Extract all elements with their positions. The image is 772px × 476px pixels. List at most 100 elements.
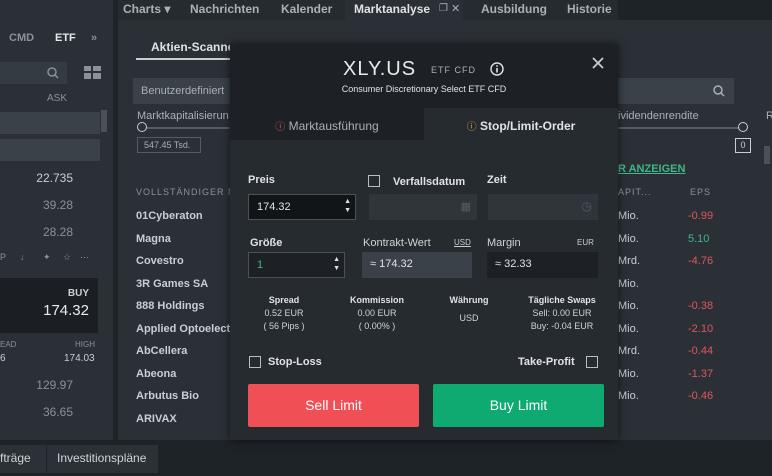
company-name[interactable]: 3R Games SA	[136, 278, 208, 290]
alert-icon: ⓘ	[275, 122, 286, 133]
ask-price: 28.28	[42, 225, 73, 239]
tab-market-execution[interactable]: ⓘ Marktausführung	[230, 108, 424, 140]
tab-investitionsplaene[interactable]: Investitionspläne	[47, 445, 158, 473]
grid-view-icon[interactable]	[84, 66, 101, 79]
price-stepper[interactable]: ▲ ▼	[344, 197, 351, 215]
tab-market-execution-label: Marktausführung	[288, 119, 379, 133]
tab-nachrichten[interactable]: Nachrichten	[190, 0, 259, 20]
price-input[interactable]: 174.32 ▲ ▼	[248, 194, 356, 220]
stop-loss-label: Stop-Loss	[268, 356, 322, 368]
order-dialog-header: XLY.US ETF CFD Consumer Discretionary Se…	[230, 44, 618, 108]
info-icon[interactable]	[490, 62, 504, 76]
ask-price: 39.28	[42, 198, 73, 212]
capital-header[interactable]: APIT...	[618, 187, 652, 197]
eps-header[interactable]: EPS	[690, 187, 711, 197]
high-label: HIGH	[75, 340, 95, 349]
tab-etf[interactable]: ETF	[55, 32, 76, 44]
more-icon[interactable]: ⋯	[80, 252, 89, 263]
tab-marktanalyse-active[interactable]: Marktanalyse ❐ ✕	[345, 0, 463, 20]
tab-auftraege[interactable]: fträge	[0, 445, 46, 473]
company-name[interactable]: 888 Holdings	[136, 300, 204, 312]
spread-value: 6	[0, 353, 6, 364]
slider-handle[interactable]	[738, 122, 748, 132]
tool-icon[interactable]: P	[0, 252, 6, 262]
spread-stat: Spread 0.52 EUR ( 56 Pips )	[246, 294, 322, 333]
currency-stat: Währung USD	[437, 294, 501, 325]
eps-value: -1.37	[688, 367, 714, 380]
margin-value-field: ≈ 32.33	[487, 252, 598, 278]
expiry-checkbox[interactable]	[368, 175, 380, 187]
show-more-link[interactable]: R ANZEIGEN	[618, 163, 685, 175]
tab-marktanalyse[interactable]: Marktanalyse	[354, 0, 430, 20]
scrollbar[interactable]	[101, 110, 107, 132]
market-cap-value: Mio.	[618, 210, 639, 222]
size-input[interactable]: 1 ▲ ▼	[248, 252, 345, 278]
contract-value-field: ≈ 174.32	[362, 252, 472, 278]
tab-historie[interactable]: Historie	[567, 0, 612, 20]
expiry-date-input[interactable]: ▦	[369, 194, 477, 220]
tab-aktien-scanner[interactable]: Aktien-Scanne	[151, 40, 234, 54]
popout-icon[interactable]: ❐	[439, 3, 448, 14]
screener-search-input[interactable]	[618, 78, 734, 104]
company-name[interactable]: AbCellera	[136, 345, 187, 357]
download-icon[interactable]: ↓	[20, 252, 25, 262]
high-value: 174.03	[64, 353, 95, 364]
company-name[interactable]: Abeona	[136, 368, 176, 380]
more-tabs-icon[interactable]: »	[91, 32, 97, 44]
market-cap-slider[interactable]	[142, 127, 230, 129]
margin-currency: EUR	[577, 238, 594, 247]
price-label: Preis	[248, 174, 275, 186]
company-name[interactable]: Covestro	[136, 255, 184, 267]
company-name[interactable]: 01Cyberaton	[136, 210, 203, 222]
company-name[interactable]: Applied Optoelect	[136, 323, 230, 335]
list-item[interactable]	[0, 112, 100, 134]
slider-handle[interactable]	[137, 122, 147, 132]
symbol-description: Consumer Discretionary Select ETF CFD	[341, 84, 507, 94]
search-input[interactable]	[0, 62, 67, 84]
eps-value: -0.46	[688, 390, 714, 402]
take-profit-checkbox[interactable]	[586, 356, 598, 368]
company-name[interactable]: Magna	[136, 233, 171, 245]
time-input[interactable]: ◷	[488, 194, 598, 220]
sparkle-icon[interactable]: ✦	[43, 252, 51, 263]
dividend-max-value[interactable]: 0	[735, 138, 751, 153]
size-stepper[interactable]: ▲ ▼	[333, 255, 340, 273]
market-cap-min-value[interactable]: 547.45 Tsd.	[137, 137, 201, 153]
commission-title: Kommission	[349, 295, 404, 305]
close-icon[interactable]	[592, 57, 604, 69]
tab-charts[interactable]: Charts ▾	[123, 0, 170, 20]
tab-kalender[interactable]: Kalender	[281, 0, 332, 20]
size-label: Größe	[250, 237, 283, 249]
contract-currency[interactable]: USD	[454, 238, 471, 247]
calendar-icon[interactable]: ▦	[461, 200, 471, 213]
buy-price-box[interactable]: BUY 174.32	[0, 278, 98, 333]
scrollbar[interactable]	[764, 146, 770, 164]
full-name-header[interactable]: VOLLSTÄNDIGER N	[136, 187, 236, 197]
list-item[interactable]	[0, 139, 100, 161]
tab-ausbildung[interactable]: Ausbildung	[481, 0, 547, 20]
market-cap-value: Mio.	[618, 390, 639, 402]
dividend-slider[interactable]	[618, 127, 744, 129]
left-instrument-panel: CMD ETF » ASK 22.735 39.28 28.28 P ↓ ✦ ☆…	[0, 0, 113, 440]
eps-value: -0.44	[688, 345, 714, 357]
buy-limit-button[interactable]: Buy Limit	[433, 384, 604, 427]
star-icon[interactable]: ☆	[63, 252, 71, 263]
sell-limit-button[interactable]: Sell Limit	[248, 384, 419, 427]
search-icon	[713, 85, 725, 97]
dividend-filter-label: ividendenrendite	[618, 110, 699, 122]
stop-loss-checkbox[interactable]	[249, 356, 261, 368]
eps-value: -2.10	[688, 322, 714, 335]
clock-icon[interactable]: ◷	[582, 199, 592, 213]
swap-sell-value: Sell: 0.00 EUR	[532, 308, 592, 318]
market-cap-filter-label: Marktkapitalisierun	[137, 110, 229, 122]
tab-cmd[interactable]: CMD	[9, 32, 34, 44]
company-name[interactable]: ARIVAX	[136, 413, 177, 425]
eps-value: -4.76	[688, 255, 714, 267]
close-tab-icon[interactable]: ✕	[451, 2, 460, 15]
eps-value: -0.99	[688, 210, 714, 222]
eps-value: 5.10	[688, 232, 710, 245]
ask-price: 129.97	[36, 378, 73, 392]
company-name[interactable]: Arbutus Bio	[136, 390, 199, 402]
preset-dropdown[interactable]: Benutzerdefiniert	[133, 78, 231, 104]
tab-stop-limit-order[interactable]: ⓘ Stop/Limit-Order	[424, 108, 618, 140]
